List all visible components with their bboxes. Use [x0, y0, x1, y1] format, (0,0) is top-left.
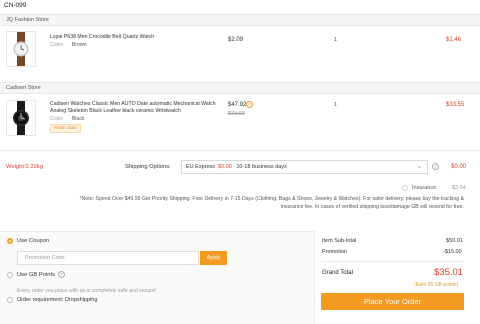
insurance-checkbox[interactable] [402, 185, 408, 191]
product-color: Color: Brown [50, 42, 87, 48]
summary-divider [321, 261, 464, 262]
apply-button[interactable]: Apply [200, 251, 227, 265]
color-label: Color: [50, 42, 64, 48]
insurance-label: Insurance [412, 185, 437, 191]
flash-sale-badge: Flash Sale [50, 124, 81, 133]
promotion-value: -$15.00 [443, 249, 462, 255]
unit-price: $47.92 [228, 102, 247, 108]
product-image-cadisen-watch[interactable] [6, 100, 36, 136]
black-watch-icon [13, 101, 29, 135]
insurance-cost: $3.64 [452, 185, 466, 191]
shipping-days: 10-18 business days [236, 164, 287, 170]
order-requirement-label[interactable]: Order requirement: Dropshipping [17, 297, 97, 303]
store-header-cadisen[interactable]: Cadisen Store [0, 82, 480, 94]
subtotal-label: Item Sub-total [322, 238, 357, 244]
grand-total-value: $35.01 [434, 267, 464, 278]
shipping-help-icon[interactable]: ? [432, 163, 439, 170]
chevron-down-icon: ⌄ [416, 164, 422, 170]
line-total: $1.46 [446, 37, 462, 43]
dropshipping-radio[interactable] [7, 297, 13, 303]
shipping-method-select[interactable]: EU Express $0.00 10-18 business days ⌄ [181, 160, 428, 174]
divider [0, 150, 480, 151]
product-name[interactable]: Lvpai P638 Men Crocodile Belt Quartz Wat… [50, 34, 222, 41]
use-coupon-label[interactable]: Use Coupon [17, 238, 49, 244]
product-name[interactable]: Cadisen Watches Classic Men AUTO Date au… [50, 101, 222, 115]
store-header-jq-fashion[interactable]: JQ Fashion Store [0, 14, 480, 26]
gb-points-help-icon[interactable]: ? [58, 271, 65, 278]
subtotal-value: $50.01 [446, 238, 463, 244]
brown-watch-icon [13, 32, 29, 66]
product-image-lvpai-watch[interactable] [6, 31, 36, 67]
use-gb-points-radio[interactable] [7, 272, 13, 278]
order-id: CN-099 [4, 2, 27, 9]
original-price: $79.63 [228, 111, 245, 117]
price-info-icon[interactable]: ? [246, 101, 253, 108]
security-text: Every order you place with us is complet… [17, 288, 157, 294]
unit-price: $2.09 [228, 37, 244, 43]
color-value: Brown [71, 42, 87, 48]
quantity: 1 [334, 37, 338, 43]
product-color: Color: Black [50, 116, 85, 122]
use-gb-points-label[interactable]: Use GB Points [17, 272, 55, 278]
place-order-button[interactable]: Place Your Order [321, 293, 464, 310]
quantity: 1 [334, 102, 338, 108]
promotion-code-input[interactable]: Promotion Code [17, 251, 199, 265]
shipping-fee: $0.00 [218, 164, 232, 170]
color-value: Black [71, 116, 85, 122]
color-label: Color: [50, 116, 64, 122]
promotion-label: Promotion [322, 249, 348, 255]
shipping-options-label: Shipping Options: [125, 164, 171, 170]
line-total: $33.55 [446, 102, 465, 108]
weight-text: Weight:0.22kg [6, 164, 43, 170]
shipping-method: EU Express [186, 164, 216, 170]
earn-points-text: (Earn 35 GB points) [414, 282, 459, 288]
use-coupon-radio[interactable] [7, 238, 13, 244]
grand-total-label: Grand Total [322, 270, 353, 276]
shipping-cost: $0.00 [451, 164, 467, 170]
shipping-note: *Note: Spend Over $49.99 Get Priority Sh… [79, 196, 464, 210]
